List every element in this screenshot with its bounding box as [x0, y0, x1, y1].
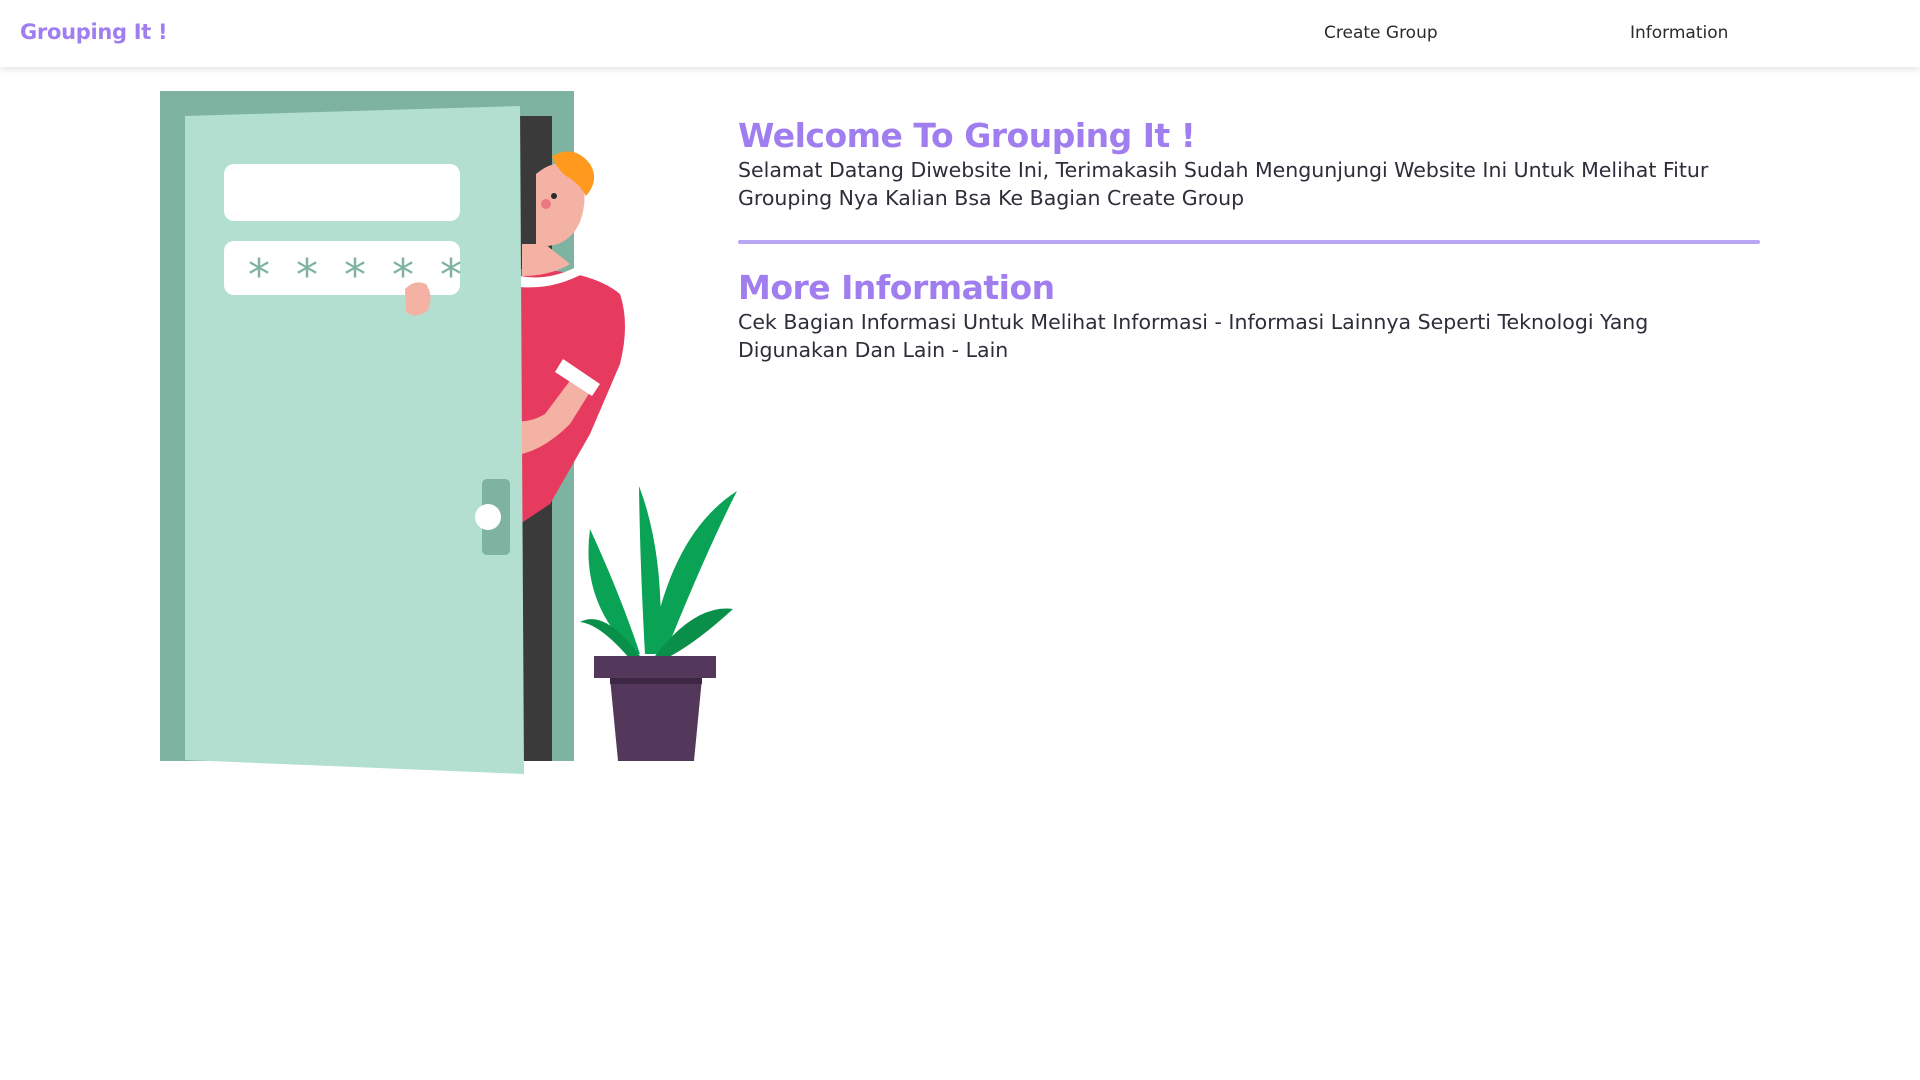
password-mask-text: * * * * *	[248, 250, 468, 301]
welcome-heading: Welcome To Grouping It !	[738, 116, 1196, 155]
hero-illustration: * * * * *	[150, 84, 750, 784]
username-field-graphic	[224, 164, 460, 221]
nav-link-information[interactable]: Information	[1630, 23, 1728, 43]
plant-pot-body	[610, 678, 702, 761]
welcome-text: Selamat Datang Diwebsite Ini, Terimakasi…	[738, 158, 1709, 210]
more-info-section: More Information Cek Bagian Informasi Un…	[738, 268, 1760, 364]
plant-pot-shadow	[610, 678, 702, 684]
more-info-text: Cek Bagian Informasi Untuk Melihat Infor…	[738, 310, 1649, 362]
welcome-section: Welcome To Grouping It ! Selamat Datang …	[738, 116, 1760, 212]
door-login-illustration: * * * * *	[160, 91, 737, 774]
section-divider	[738, 240, 1760, 244]
person-eye	[551, 193, 557, 199]
top-navbar: Grouping It ! Create Group Information	[0, 0, 1920, 67]
plant-pot-rim	[594, 656, 716, 678]
main-content: Welcome To Grouping It ! Selamat Datang …	[738, 116, 1760, 364]
person-hand	[405, 282, 431, 316]
more-info-heading: More Information	[738, 268, 1055, 307]
door-knob	[475, 504, 501, 530]
brand-logo-link[interactable]: Grouping It !	[20, 20, 168, 44]
person-cheek	[541, 199, 551, 209]
nav-link-create-group[interactable]: Create Group	[1324, 23, 1438, 43]
